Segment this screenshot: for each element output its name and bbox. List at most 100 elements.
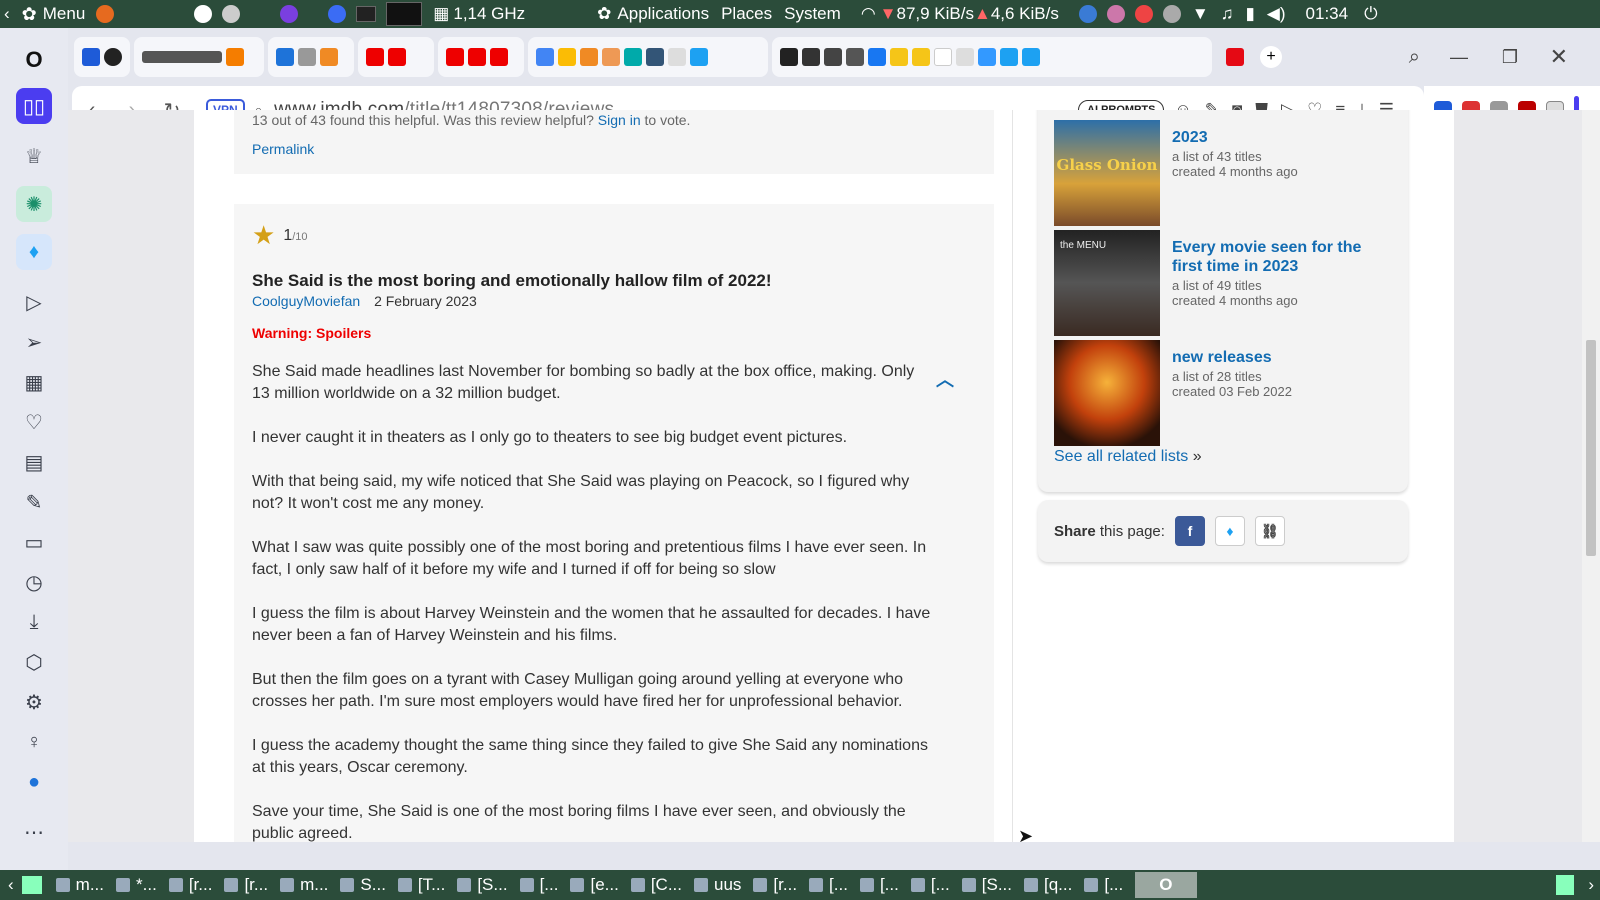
workspaces-icon[interactable]: ▯▯: [16, 88, 52, 124]
review-title[interactable]: She Said is the most boring and emotiona…: [252, 271, 976, 291]
tab-app-icon[interactable]: [276, 48, 294, 66]
menu-button[interactable]: ✿ Menu: [22, 4, 86, 25]
wikipedia-icon[interactable]: [668, 48, 686, 66]
tab-group-2[interactable]: [134, 37, 264, 77]
taskbar-item[interactable]: [C...: [630, 875, 682, 895]
settings-icon[interactable]: [222, 5, 241, 23]
blogger-icon[interactable]: [226, 48, 244, 66]
list-title-link[interactable]: 2023: [1172, 128, 1298, 147]
search-tabs-icon[interactable]: ⌕: [1409, 46, 1420, 69]
permalink-link[interactable]: Permalink: [252, 141, 314, 157]
tab-favicon-icon[interactable]: [82, 48, 100, 66]
taskbar-item[interactable]: [...: [859, 875, 899, 895]
notification-icon[interactable]: ♫: [1221, 4, 1234, 24]
tab-icon-e[interactable]: [646, 48, 664, 66]
taskbar-item[interactable]: [r...: [753, 875, 797, 895]
taskbar-item-active[interactable]: O: [1135, 872, 1197, 898]
more-icon[interactable]: ⋯: [16, 814, 52, 850]
taskbar-item[interactable]: m...: [280, 875, 328, 895]
taskbar-item[interactable]: m...: [55, 875, 104, 895]
related-list-item[interactable]: the MENU Every movie seen for the first …: [1054, 230, 1390, 336]
github-icon[interactable]: [104, 48, 122, 66]
power-icon[interactable]: ⏻: [1364, 4, 1377, 24]
twitter-sidebar-icon[interactable]: ♦: [16, 234, 52, 270]
twitter-share-icon[interactable]: ♦: [1214, 516, 1245, 546]
clock[interactable]: 01:34: [1306, 4, 1349, 24]
youtube-icon-3[interactable]: [446, 48, 464, 66]
tab-group-5[interactable]: [438, 37, 524, 77]
tips-icon[interactable]: ♀: [16, 724, 52, 760]
page-scrollbar[interactable]: [1582, 110, 1600, 842]
tab-app-icon-2[interactable]: [298, 48, 316, 66]
google-icon[interactable]: [536, 48, 554, 66]
taskbar-item[interactable]: [S...: [961, 875, 1012, 895]
crown-icon[interactable]: ♕: [16, 138, 52, 174]
related-list-item[interactable]: Glass Onion 2023 a list of 43 titles cre…: [1054, 120, 1390, 226]
nist-icon[interactable]: [142, 51, 222, 63]
tab-icon-a[interactable]: [558, 48, 576, 66]
chat-icon[interactable]: ●: [16, 764, 52, 800]
tab-icon-h[interactable]: [846, 48, 864, 66]
tray-info-icon[interactable]: [1162, 5, 1181, 23]
taskbar-item[interactable]: [...: [519, 875, 558, 895]
new-tab-button[interactable]: +: [1260, 46, 1282, 68]
twitter-tab-icon-3[interactable]: [1022, 48, 1040, 66]
terminal-icon[interactable]: [356, 6, 377, 22]
applications-menu[interactable]: ✿ Applications: [597, 4, 709, 24]
opera-logo-icon[interactable]: O: [16, 42, 52, 78]
places-menu[interactable]: Places: [721, 4, 772, 24]
tabs-icon[interactable]: ▭: [16, 524, 52, 560]
tab-icon-i[interactable]: [978, 48, 996, 66]
taskbar-item[interactable]: [...: [809, 875, 848, 895]
review-author-link[interactable]: CoolguyMoviefan: [252, 293, 360, 309]
imdb-icon[interactable]: [890, 48, 908, 66]
tray-app-icon[interactable]: [1106, 5, 1125, 23]
edit-icon[interactable]: ✎: [16, 484, 52, 520]
see-all-lists-link[interactable]: See all related lists »: [1054, 448, 1202, 466]
system-menu[interactable]: System: [784, 4, 841, 24]
amazon-icon[interactable]: [780, 48, 798, 66]
trash-icon[interactable]: [1556, 875, 1574, 895]
list-poster[interactable]: Glass Onion: [1054, 120, 1160, 226]
scrollbar-thumb[interactable]: [1586, 340, 1596, 556]
maximize-button[interactable]: ❐: [1502, 47, 1518, 68]
send-icon[interactable]: ➢: [16, 324, 52, 360]
taskbar-item[interactable]: [S...: [457, 875, 508, 895]
minimize-button[interactable]: —: [1450, 47, 1468, 68]
list-title-link[interactable]: new releases: [1172, 348, 1292, 367]
close-window-button[interactable]: ✕: [1550, 44, 1568, 70]
tab-group-1[interactable]: [74, 37, 130, 77]
news-icon[interactable]: ▤: [16, 444, 52, 480]
facebook-icon[interactable]: [868, 48, 886, 66]
qbittorrent-icon[interactable]: [1078, 5, 1097, 23]
opera-icon[interactable]: [328, 5, 347, 23]
accessibility-icon[interactable]: [194, 5, 213, 23]
downloads-icon[interactable]: ⤓: [16, 604, 52, 640]
taskbar-item[interactable]: *...: [116, 875, 157, 895]
tab-icon-c[interactable]: [602, 48, 620, 66]
chrome-icon[interactable]: [1134, 5, 1153, 23]
taskbar-item[interactable]: [T...: [397, 875, 445, 895]
history-icon[interactable]: ◷: [16, 564, 52, 600]
facebook-share-icon[interactable]: f: [1174, 516, 1205, 546]
taskbar-item[interactable]: [r...: [168, 875, 212, 895]
youtube-icon-2[interactable]: [388, 48, 406, 66]
show-desktop-icon[interactable]: [21, 876, 42, 894]
taskbar-left-arrow[interactable]: ‹: [8, 875, 14, 895]
list-poster[interactable]: the MENU: [1054, 230, 1160, 336]
tab-group-4[interactable]: [358, 37, 434, 77]
taskbar-item[interactable]: [q...: [1024, 875, 1072, 895]
imdb-icon-2[interactable]: [912, 48, 930, 66]
settings-gear-icon[interactable]: ⚙: [16, 684, 52, 720]
podcast-icon[interactable]: [280, 5, 299, 23]
twitter-tab-icon[interactable]: [690, 48, 708, 66]
tab-icon-f[interactable]: [802, 48, 820, 66]
sign-in-link[interactable]: Sign in: [598, 112, 641, 128]
tab-icon-g[interactable]: [824, 48, 842, 66]
collapse-chevron-up-icon[interactable]: ︿: [936, 366, 954, 392]
youtube-icon[interactable]: [366, 48, 384, 66]
youtube-icon-5[interactable]: [490, 48, 508, 66]
player-icon[interactable]: ▷: [16, 284, 52, 320]
volume-icon[interactable]: ◀): [1267, 4, 1286, 24]
twitter-tab-icon-2[interactable]: [1000, 48, 1018, 66]
